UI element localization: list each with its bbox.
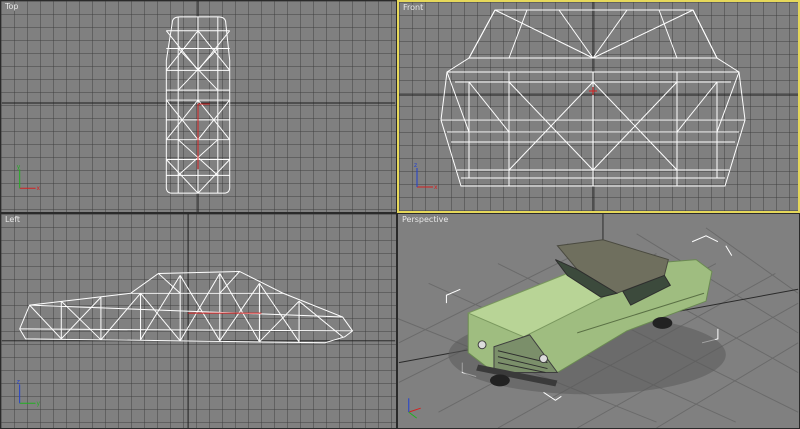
viewport-left[interactable]: Left y z (0, 213, 397, 429)
svg-text:x: x (37, 185, 41, 192)
svg-text:z: z (414, 162, 417, 169)
axis-tripod-icon (408, 398, 421, 419)
viewport-label-perspective[interactable]: Perspective (402, 215, 448, 224)
svg-text:z: z (17, 378, 20, 385)
front-view-canvas: x z (399, 2, 798, 211)
axis-tripod-icon: x z (414, 162, 438, 191)
viewport-top[interactable]: Top x y (0, 0, 397, 213)
viewport-label-front[interactable]: Front (403, 3, 423, 12)
viewport-front[interactable]: Front x z (397, 0, 800, 213)
viewport-label-top[interactable]: Top (5, 2, 19, 11)
car-wireframe-left (19, 270, 354, 344)
top-view-canvas: x y (1, 1, 396, 212)
viewport-label-left[interactable]: Left (5, 215, 20, 224)
svg-text:x: x (434, 184, 438, 191)
viewport-layout: Top x y Front x z Left y z Perspective (0, 0, 800, 429)
axis-tripod-icon: y z (17, 378, 41, 407)
axis-tripod-icon: x y (17, 163, 41, 192)
svg-text:y: y (37, 400, 41, 407)
viewport-perspective[interactable]: Perspective (397, 213, 800, 429)
perspective-view-canvas (398, 214, 799, 428)
svg-text:y: y (17, 163, 21, 170)
pivot-marker-icon (589, 87, 597, 95)
car-model-shaded (448, 239, 726, 395)
left-view-canvas: y z (1, 214, 396, 428)
